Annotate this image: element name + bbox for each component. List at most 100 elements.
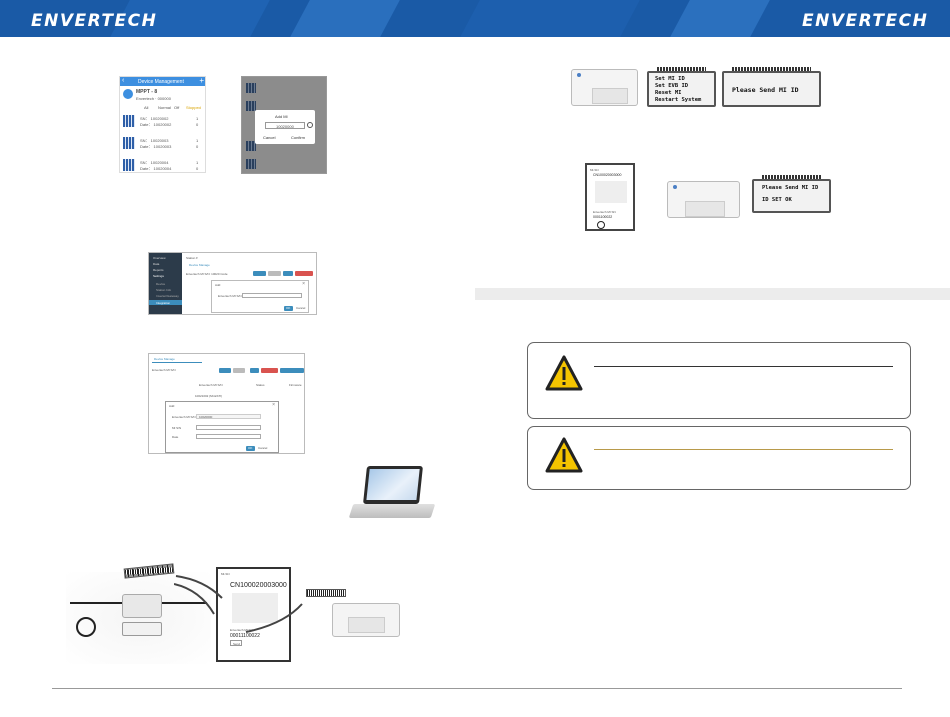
menu-item[interactable]: Station Info <box>156 288 171 292</box>
breadcrumb: Station ▾ <box>186 256 198 260</box>
cancel-button[interactable]: Cancel <box>258 446 267 450</box>
warning-rule <box>594 366 893 367</box>
lcd-prompt-screen: Please Send MI ID <box>722 67 821 107</box>
delete-button[interactable] <box>261 368 278 373</box>
field-label: MI S/N <box>172 426 182 430</box>
row-val: 0 <box>196 144 199 149</box>
add-button[interactable] <box>250 368 259 373</box>
mi-id-input[interactable] <box>196 425 261 430</box>
field-label: Envertech MI S/N <box>172 415 196 419</box>
gateway-sn-window-small: MI-SN CN100020003000 Envertech MI SN 000… <box>585 163 635 231</box>
caution-rule <box>594 449 893 450</box>
barcode-label <box>306 589 346 597</box>
tab-device-manage[interactable]: Device Manage <box>154 357 175 361</box>
lcd-line: Restart System <box>655 97 702 103</box>
lcd-line: Set EVB ID <box>655 83 689 89</box>
row-date: Date： 10020004 <box>140 166 172 171</box>
cancel-button[interactable]: Cancel <box>263 135 275 140</box>
section-divider-bar <box>475 288 950 300</box>
menu-item[interactable]: Settings <box>153 274 164 278</box>
header-band: ENVERTECH ENVERTECH <box>0 0 950 37</box>
warning-icon <box>545 437 583 473</box>
scan-icon[interactable] <box>307 122 313 128</box>
filter-label: Envertech MI S/N <box>152 368 176 372</box>
mi-sn-input[interactable] <box>242 293 302 298</box>
add-icon[interactable]: + <box>199 77 204 85</box>
cancel-button[interactable]: Cancel <box>296 306 305 310</box>
dialog-title: Add <box>169 404 175 408</box>
web-sidebar: Overview Data Reports Settings Device St… <box>149 253 182 314</box>
filter-stopped[interactable]: Stopped <box>186 105 201 110</box>
close-icon[interactable]: × <box>302 281 305 287</box>
ok-button[interactable]: OK <box>284 306 293 311</box>
column-header: Envertech MI S/N <box>199 383 223 387</box>
filter-all[interactable]: All <box>144 105 148 110</box>
solar-panel-icon <box>123 115 135 127</box>
lcd-menu-screen: Set MI ID Set EVB ID Reset MI Restart Sy… <box>647 67 716 107</box>
back-arrow-icon[interactable]: ‹ <box>122 77 124 84</box>
filter-off[interactable]: Off <box>174 105 179 110</box>
table-row[interactable]: 10021002 (MI-ESTI) <box>195 394 222 398</box>
web-add-device-panel: Overview Data Reports Settings Device St… <box>148 252 317 315</box>
clear-button[interactable] <box>268 271 281 276</box>
row-val: 0 <box>196 166 199 171</box>
menu-item-active[interactable]: Integration <box>156 301 170 305</box>
filter-normal[interactable]: Normal <box>158 105 171 110</box>
row-val: 1 <box>196 116 199 121</box>
solar-panel-icon <box>123 137 135 149</box>
gateway-device <box>667 181 740 218</box>
app-title-bar: ‹ Device Management + <box>120 77 205 86</box>
lcd-id-set-screen: Please Send MI ID ID SET OK <box>752 175 831 213</box>
date-input[interactable] <box>196 434 261 439</box>
add-button[interactable] <box>283 271 293 276</box>
row-date: Date： 10020003 <box>140 144 172 149</box>
lcd-line: Set MI ID <box>655 76 685 82</box>
dialog-title: Add <box>215 283 221 287</box>
envertech-logo-left: ENVERTECH <box>31 11 158 31</box>
menu-item[interactable]: Overview <box>153 256 166 260</box>
add-mi-dialog: Add MI 10020000 Cancel Confirm <box>255 110 315 144</box>
menu-item[interactable]: Data <box>153 262 159 266</box>
web-add-device-panel-detail: Device Manage Envertech MI S/N Envertech… <box>148 353 305 454</box>
app-add-dialog-screen: Add MI 10020000 Cancel Confirm <box>241 76 327 174</box>
row-val: 0 <box>196 122 199 127</box>
close-icon[interactable]: × <box>272 402 275 408</box>
row-val: 1 <box>196 160 199 165</box>
caution-box <box>527 426 911 490</box>
mi-code[interactable]: 0001100022 <box>593 215 612 219</box>
gateway-device <box>332 603 400 637</box>
lcd-line: Please Send MI ID <box>732 86 799 94</box>
lcd-line: Please Send MI ID <box>762 185 819 191</box>
mi-id-value: 10020000 <box>276 124 294 129</box>
menu-item[interactable]: Inverter/Gateway <box>156 294 179 298</box>
window-title: MI-SN <box>590 168 599 172</box>
arrows <box>174 575 303 633</box>
send-button[interactable] <box>597 221 605 229</box>
manual-page-spread: ENVERTECH ENVERTECH ‹ Device Management … <box>0 0 950 717</box>
delete-button[interactable] <box>295 271 313 276</box>
field-label: Envertech MI SN <box>593 210 616 214</box>
device-name: MPPT - 8 <box>136 89 158 95</box>
mi-sn-input[interactable]: 10020000 <box>196 414 261 419</box>
filter-label: Envertech MI S/N: 10020 Code <box>186 272 228 276</box>
device-avatar <box>123 89 133 99</box>
gateway-sn: CN100020003000 <box>593 173 622 177</box>
ok-button[interactable]: OK <box>246 446 255 451</box>
add-dialog: Add × Envertech MI S/N OK Cancel <box>211 280 309 313</box>
device-sub: Envertech · 000000 <box>136 96 171 101</box>
app-device-management-screen: ‹ Device Management + MPPT - 8 Envertech… <box>119 76 206 173</box>
menu-item[interactable]: Reports <box>153 268 164 272</box>
envertech-logo-right: ENVERTECH <box>802 11 929 31</box>
search-button[interactable] <box>219 368 231 373</box>
solar-panel-icon <box>123 159 135 171</box>
app-title: Device Management <box>138 79 184 85</box>
field-label: Envertech MI S/N <box>218 294 242 298</box>
mi-id-input[interactable]: 10020000 <box>265 122 305 129</box>
confirm-button[interactable]: Confirm <box>291 135 305 140</box>
search-button[interactable] <box>253 271 266 276</box>
batch-delete-button[interactable] <box>280 368 304 373</box>
tab-device-manage[interactable]: Device Manage <box>189 263 210 267</box>
menu-item[interactable]: Device <box>156 282 165 286</box>
clear-button[interactable] <box>233 368 245 373</box>
warning-box <box>527 342 911 419</box>
